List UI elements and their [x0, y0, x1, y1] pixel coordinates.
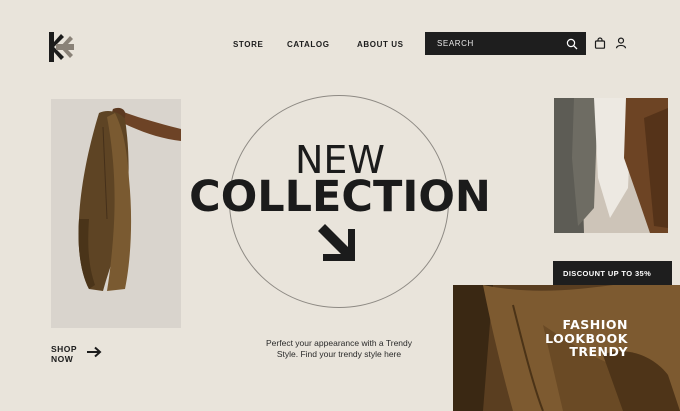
brand-logo-icon[interactable]	[44, 31, 76, 63]
nav-store-link[interactable]: STORE	[233, 40, 263, 49]
nav-about-us-link[interactable]: ABOUT US	[357, 40, 404, 49]
search-icon[interactable]	[566, 38, 578, 50]
shopping-bag-icon[interactable]	[594, 37, 606, 49]
hero-title-collection: COLLECTION	[189, 172, 491, 222]
shop-now-line2: NOW	[51, 354, 74, 364]
lookbook-line-fashion: FASHION	[562, 317, 628, 332]
search-bar	[425, 32, 586, 55]
lookbook-heading: FASHION LOOKBOOK TRENDY	[545, 318, 628, 359]
product-photo-clothing-rack[interactable]	[554, 98, 668, 233]
shop-now-link[interactable]: SHOP NOW	[51, 344, 77, 364]
discount-badge[interactable]: DISCOUNT UP TO 35%	[553, 261, 672, 285]
user-icon[interactable]	[615, 37, 627, 49]
shop-now-line1: SHOP	[51, 344, 78, 354]
search-input[interactable]	[437, 39, 566, 48]
arrow-down-right-icon	[318, 224, 355, 261]
lookbook-line-lookbook: LOOKBOOK	[545, 330, 628, 346]
nav-catalog-link[interactable]: CATALOG	[287, 40, 330, 49]
hero-tagline: Perfect your appearance with a Trendy St…	[266, 338, 412, 359]
lookbook-line-trendy: TRENDY	[569, 344, 628, 359]
clothing-rack-illustration	[554, 98, 668, 233]
arrow-right-icon[interactable]	[86, 346, 102, 358]
